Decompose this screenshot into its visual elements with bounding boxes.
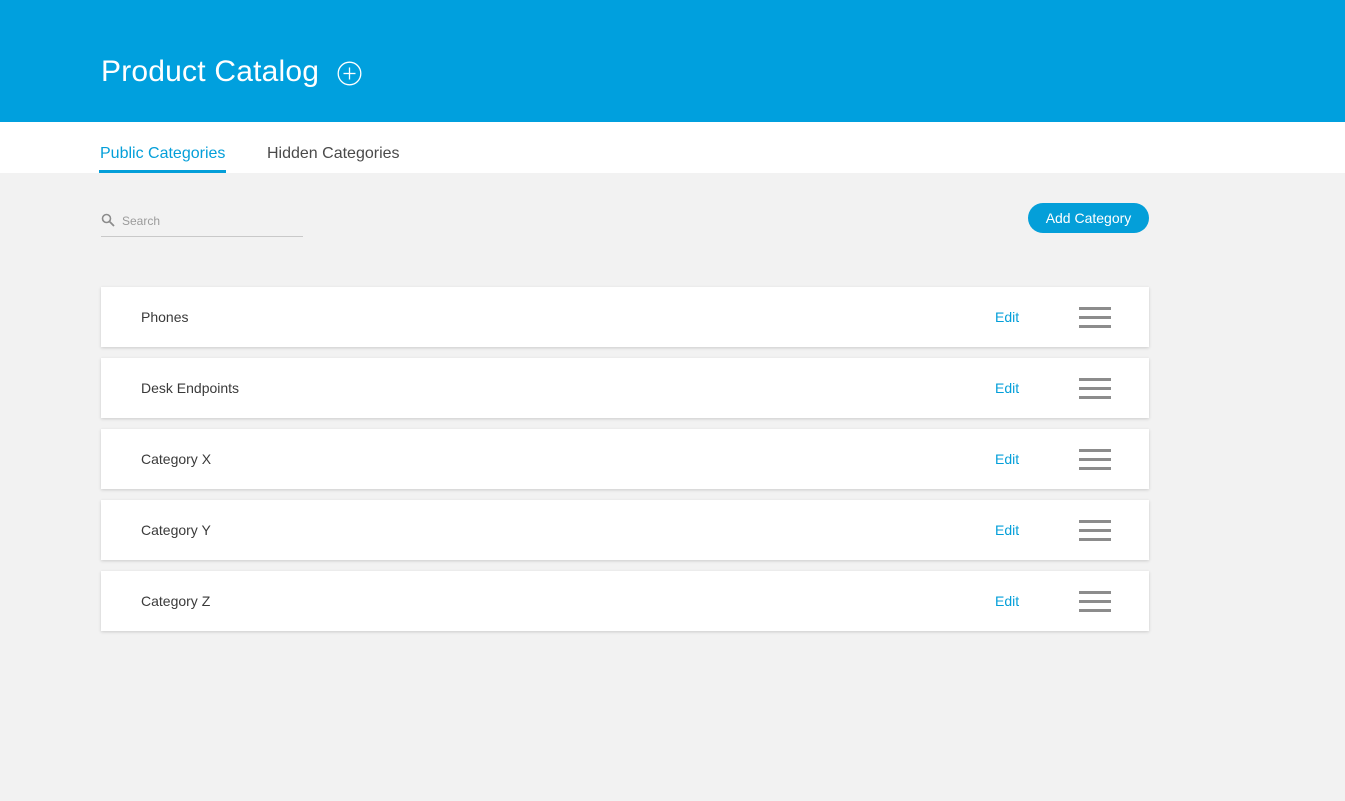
drag-handle-icon[interactable] <box>1079 520 1111 541</box>
search-box[interactable] <box>101 206 303 237</box>
category-tabs: Public Categories Hidden Categories <box>0 122 1345 173</box>
list-item: Category X Edit <box>101 429 1149 489</box>
edit-link[interactable]: Edit <box>995 287 1019 347</box>
list-item: Desk Endpoints Edit <box>101 358 1149 418</box>
category-name: Category Z <box>141 593 211 609</box>
list-item: Category Y Edit <box>101 500 1149 560</box>
drag-handle-icon[interactable] <box>1079 591 1111 612</box>
category-name: Desk Endpoints <box>141 380 240 396</box>
category-name: Phones <box>141 309 189 325</box>
list-item: Phones Edit <box>101 287 1149 347</box>
tab-public-categories[interactable]: Public Categories <box>98 122 227 173</box>
tab-hidden-categories[interactable]: Hidden Categories <box>267 122 400 173</box>
plus-circle-icon[interactable] <box>337 61 362 86</box>
add-category-button[interactable]: Add Category <box>1028 203 1149 233</box>
edit-link[interactable]: Edit <box>995 358 1019 418</box>
edit-link[interactable]: Edit <box>995 500 1019 560</box>
category-list: Phones Edit Desk Endpoints Edit Category… <box>101 287 1149 642</box>
list-item: Category Z Edit <box>101 571 1149 631</box>
page-title: Product Catalog <box>101 55 320 88</box>
category-name: Category X <box>141 451 212 467</box>
page-header: Product Catalog <box>0 0 1345 122</box>
edit-link[interactable]: Edit <box>995 571 1019 631</box>
category-name: Category Y <box>141 522 211 538</box>
search-input[interactable] <box>122 210 300 232</box>
drag-handle-icon[interactable] <box>1079 449 1111 470</box>
drag-handle-icon[interactable] <box>1079 307 1111 328</box>
drag-handle-icon[interactable] <box>1079 378 1111 399</box>
edit-link[interactable]: Edit <box>995 429 1019 489</box>
search-icon <box>101 213 115 227</box>
